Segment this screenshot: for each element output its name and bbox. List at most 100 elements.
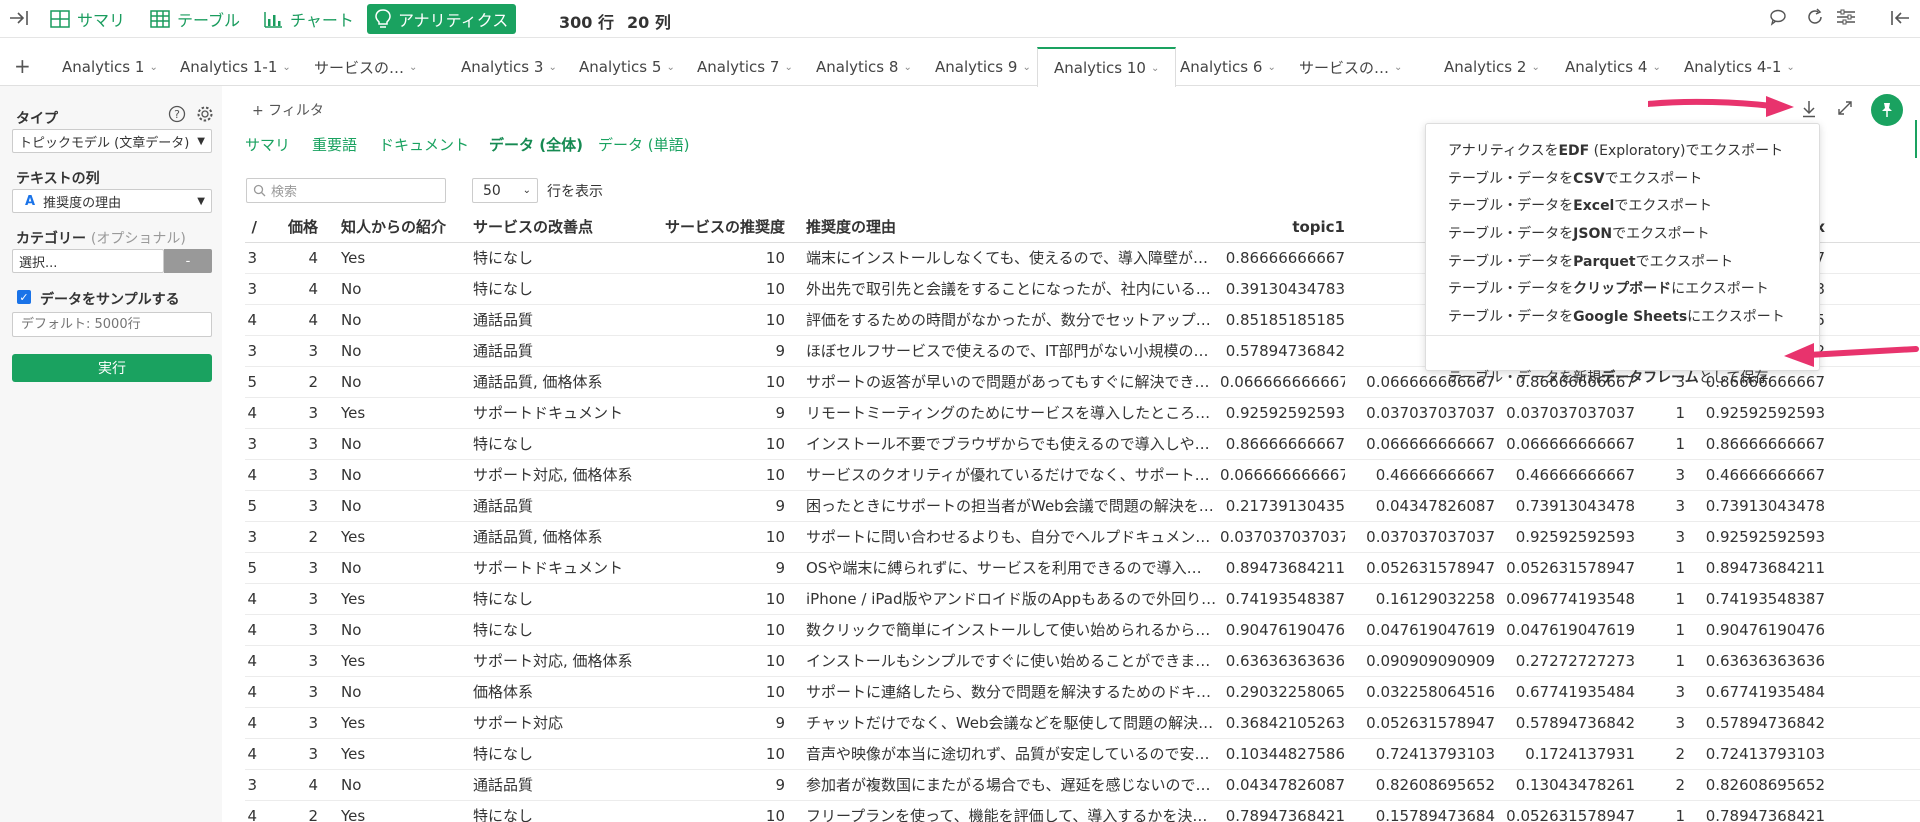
table-cell: No bbox=[341, 311, 362, 329]
export-menu-item-1[interactable]: アナリティクスをEDF (Exploratory)でエクスポート bbox=[1448, 140, 1783, 160]
table-cell: 3 bbox=[308, 342, 318, 360]
tab-5[interactable]: Analytics 5 ⌄ bbox=[579, 48, 675, 86]
table-cell: 4 bbox=[247, 311, 257, 329]
table-cell: 0.63636363636 bbox=[1225, 652, 1345, 670]
table-cell: 0.86666666667 bbox=[1225, 435, 1345, 453]
tab-4[interactable]: Analytics 3 ⌄ bbox=[461, 48, 557, 86]
table-cell: 特になし bbox=[473, 745, 534, 763]
table-cell: 0.096774193548 bbox=[1506, 590, 1635, 608]
tab-2[interactable]: Analytics 1-1 ⌄ bbox=[180, 48, 291, 86]
table-cell: 10 bbox=[765, 435, 785, 453]
type-label: タイプ bbox=[16, 111, 58, 127]
export-menu-item-3[interactable]: テーブル・データをExcelでエクスポート bbox=[1448, 195, 1712, 215]
table-cell: 0.032258064516 bbox=[1366, 683, 1495, 701]
export-menu-item-7[interactable]: テーブル・データをGoogle Sheetsにエクスポート bbox=[1448, 306, 1785, 326]
table-cell: 0.066666666667 bbox=[1220, 373, 1345, 391]
category-select[interactable]: 選択... bbox=[12, 249, 164, 273]
column-header[interactable]: topic1 bbox=[1220, 212, 1345, 243]
table-row: 3 3 No 特になし 10 インストール不要でブラウザからでも使えるので導入しや… 0.8… bbox=[245, 429, 1920, 460]
tab-9[interactable]: Analytics 10 ⌄ bbox=[1037, 47, 1177, 87]
chevron-down-icon: ⌄ bbox=[1531, 61, 1540, 73]
tab-1[interactable]: Analytics 1 ⌄ bbox=[62, 48, 158, 86]
sample-size-input[interactable] bbox=[12, 312, 212, 337]
table-cell: Yes bbox=[341, 404, 366, 422]
table-view-button[interactable]: テーブル bbox=[142, 4, 248, 34]
tab-6[interactable]: Analytics 7 ⌄ bbox=[697, 48, 793, 86]
table-cell: 0.36842105263 bbox=[1225, 714, 1345, 732]
table-cell: 9 bbox=[775, 342, 785, 360]
subtab-3[interactable]: ドキュメント bbox=[379, 134, 469, 155]
table-cell: サポート対応, 価格体系 bbox=[473, 652, 633, 670]
expand-icon[interactable] bbox=[1837, 100, 1853, 120]
type-select[interactable]: トピックモデル (文章データ) ▼ bbox=[12, 129, 212, 153]
table-cell: 3 bbox=[1675, 528, 1685, 546]
column-header[interactable]: 知人からの紹介 bbox=[341, 212, 471, 243]
collapse-right-panel-icon[interactable] bbox=[1889, 8, 1911, 34]
table-cell: 3 bbox=[308, 714, 318, 732]
collapse-sidebar-icon[interactable] bbox=[8, 8, 30, 34]
tab-14[interactable]: Analytics 4-1 ⌄ bbox=[1684, 48, 1795, 86]
refresh-icon[interactable] bbox=[1806, 8, 1824, 32]
column-header[interactable]: 価格 bbox=[275, 212, 318, 243]
add-tab-icon[interactable]: + bbox=[14, 54, 31, 78]
analytics-view-button[interactable]: アナリティクス bbox=[367, 4, 517, 34]
gear-icon[interactable] bbox=[196, 105, 214, 127]
column-header[interactable]: サービスの推奨度 bbox=[650, 212, 785, 243]
run-button[interactable]: 実行 bbox=[12, 354, 212, 382]
table-cell: 3 bbox=[308, 683, 318, 701]
table-cell: 0.090909090909 bbox=[1366, 652, 1495, 670]
help-icon[interactable]: ? bbox=[168, 105, 186, 127]
column-header[interactable]: / bbox=[241, 212, 257, 243]
chevron-down-icon: ⌄ bbox=[1786, 61, 1795, 73]
category-clear-button[interactable]: - bbox=[164, 249, 212, 273]
menu-divider bbox=[1426, 335, 1819, 336]
table-cell: 0.74193548387 bbox=[1705, 590, 1825, 608]
add-filter-button[interactable]: + フィルタ bbox=[252, 100, 324, 120]
settings-sliders-icon[interactable] bbox=[1836, 8, 1856, 32]
export-menu-item-2[interactable]: テーブル・データをCSVでエクスポート bbox=[1448, 168, 1702, 188]
column-header[interactable]: 推奨度の理由 bbox=[806, 212, 1226, 243]
subtab-4[interactable]: データ (全体) bbox=[489, 134, 583, 155]
table-cell: 10 bbox=[765, 280, 785, 298]
table-cell: 0.57894736842 bbox=[1225, 342, 1345, 360]
export-menu-item-6[interactable]: テーブル・データをクリップボードにエクスポート bbox=[1448, 278, 1769, 298]
export-menu-item-4[interactable]: テーブル・データをJSONでエクスポート bbox=[1448, 223, 1710, 243]
table-cell: 0.052631578947 bbox=[1506, 807, 1635, 822]
tab-12[interactable]: Analytics 2 ⌄ bbox=[1444, 48, 1540, 86]
summary-view-button[interactable]: サマリ bbox=[42, 4, 133, 34]
comment-icon[interactable] bbox=[1769, 8, 1787, 32]
tab-7[interactable]: Analytics 8 ⌄ bbox=[816, 48, 912, 86]
text-column-select[interactable]: A 推奨度の理由 ▼ bbox=[12, 189, 212, 213]
table-cell: 0.13043478261 bbox=[1515, 776, 1635, 794]
annotation-arrow-download bbox=[1648, 96, 1794, 117]
page-size-select[interactable]: 50 ⌄ bbox=[472, 178, 538, 203]
table-cell: 0.78947368421 bbox=[1705, 807, 1825, 822]
tab-11[interactable]: サービスの… ⌄ bbox=[1299, 48, 1402, 86]
pin-icon[interactable] bbox=[1871, 94, 1903, 126]
table-cell: 0.78947368421 bbox=[1225, 807, 1345, 822]
table-cell: 0.74193548387 bbox=[1225, 590, 1345, 608]
column-header[interactable]: サービスの改善点 bbox=[473, 212, 648, 243]
tab-3[interactable]: サービスの… ⌄ bbox=[314, 48, 417, 86]
subtab-1[interactable]: サマリ bbox=[245, 134, 290, 155]
subtab-2[interactable]: 重要語 bbox=[312, 134, 357, 155]
table-cell: 0.27272727273 bbox=[1515, 652, 1635, 670]
sample-checkbox[interactable]: ✓ bbox=[17, 290, 31, 304]
chevron-down-icon: ⌄ bbox=[1267, 61, 1276, 73]
table-cell: 5 bbox=[247, 497, 257, 515]
table-cell: 1 bbox=[1675, 435, 1685, 453]
subtab-5[interactable]: データ (単語) bbox=[598, 134, 689, 155]
tab-8[interactable]: Analytics 9 ⌄ bbox=[935, 48, 1031, 86]
table-row: 4 3 No 価格体系 10 サポートに連絡したら、数分で問題を解決するためのドキ… 0.2… bbox=[245, 677, 1920, 708]
export-menu-item-5[interactable]: テーブル・データをParquetでエクスポート bbox=[1448, 251, 1733, 271]
table-row: 4 3 No サポート対応, 価格体系 10 サービスのクオリティが優れているだけでなく、… bbox=[245, 460, 1920, 491]
tab-13[interactable]: Analytics 4 ⌄ bbox=[1565, 48, 1661, 86]
chart-view-button[interactable]: チャート bbox=[255, 4, 362, 34]
search-input[interactable]: 検索 bbox=[246, 178, 446, 203]
download-icon[interactable] bbox=[1801, 100, 1817, 122]
tab-label: Analytics 5 bbox=[579, 58, 662, 76]
export-menu-item-8[interactable]: テーブル・データを新規データフレームとして保存 bbox=[1448, 367, 1768, 387]
table-cell: 数クリックで簡単にインストールして使い始められるから… bbox=[806, 621, 1211, 639]
tab-10[interactable]: Analytics 6 ⌄ bbox=[1180, 48, 1276, 86]
table-cell: 0.066666666667 bbox=[1220, 466, 1345, 484]
